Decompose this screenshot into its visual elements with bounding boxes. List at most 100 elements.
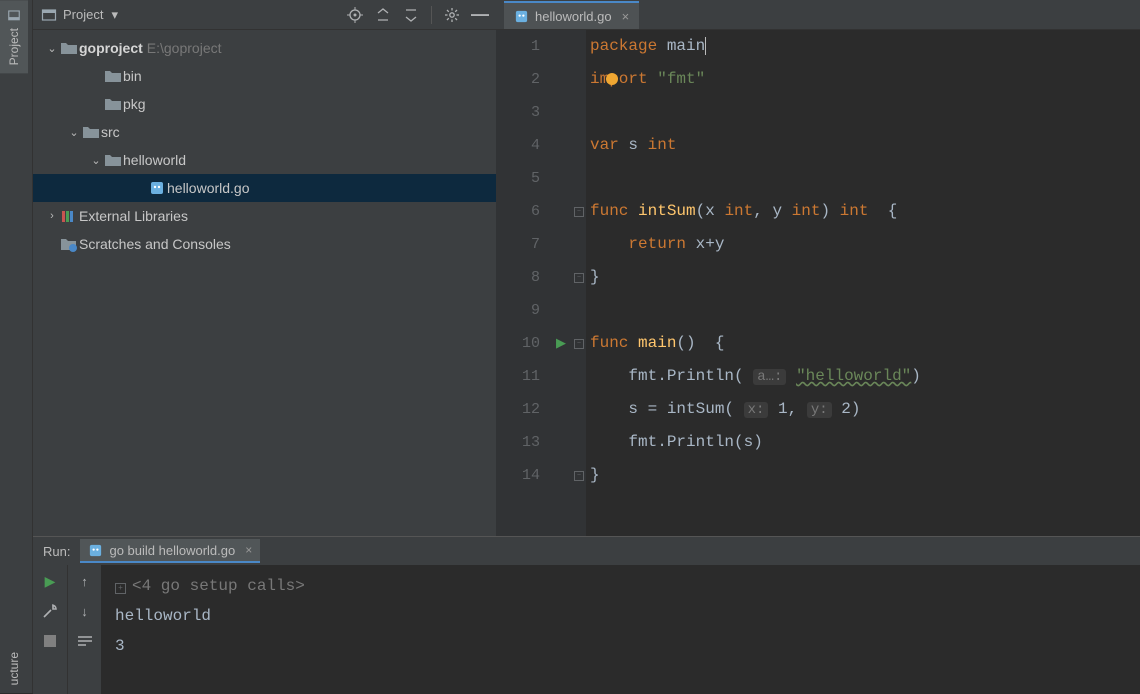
editor-tab-helloworld[interactable]: helloworld.go × [504,1,639,29]
sidebar-structure-label: ucture [7,652,21,685]
tree-item-helloworld-file[interactable]: helloworld.go [33,174,496,202]
project-panel-tools: — [347,6,488,24]
stop-icon[interactable] [42,633,58,649]
go-file-icon [88,543,103,558]
code-token: x+y [696,235,725,253]
run-output-line: helloworld [115,601,1126,631]
lineno: 6 [496,195,552,228]
run-icon[interactable]: ▶ [42,573,58,589]
code-token: func [590,202,638,220]
soft-wrap-icon[interactable] [77,633,93,649]
lineno: 9 [496,294,552,327]
code-token: fmt.Println( [628,367,753,385]
wrench-icon[interactable] [42,603,58,619]
editor-area: helloworld.go × 1 2 3 4 5 6− 7 8− 9 10▶−… [496,0,1140,536]
code-token: s [628,136,647,154]
tree-helloworld-file-label: helloworld.go [167,180,250,196]
editor-gutter[interactable]: 1 2 3 4 5 6− 7 8− 9 10▶− 11 12 13 14− [496,30,586,536]
fold-icon[interactable]: − [574,471,584,481]
project-panel-title[interactable]: Project ▾ [41,7,118,23]
run-gutter-icon[interactable]: ▶ [556,327,566,360]
locate-icon[interactable] [347,7,363,23]
arrow-up-icon[interactable]: ↑ [77,573,93,589]
chevron-down-icon[interactable]: ⌄ [67,126,81,139]
editor-tabs: helloworld.go × [496,0,1140,30]
close-icon[interactable]: × [622,9,630,24]
run-fold-text: <4 go setup calls> [132,577,305,595]
run-console-output[interactable]: +<4 go setup calls> helloworld 3 [101,565,1140,694]
chevron-right-icon[interactable]: › [45,210,59,222]
project-icon [7,8,21,22]
run-label: Run: [43,544,70,559]
code-token: var [590,136,628,154]
sidebar-tab-project[interactable]: Project [0,0,28,73]
tree-root-path: E:\goproject [147,40,222,56]
lineno: 11 [496,360,552,393]
expand-all-icon[interactable] [375,7,391,23]
lineno: 4 [496,129,552,162]
hide-icon[interactable]: — [472,7,488,23]
folder-icon [103,69,123,83]
code-token: } [590,466,600,484]
code-token: ) [851,400,861,418]
lineno: 2 [496,63,552,96]
code-token: return [628,235,695,253]
run-tab[interactable]: go build helloworld.go × [80,539,260,563]
fold-icon[interactable]: − [574,339,584,349]
run-tab-label: go build helloworld.go [109,543,235,558]
run-body: ▶ ↑ ↓ +<4 go setup calls> helloworld 3 [33,565,1140,694]
editor-tab-label: helloworld.go [535,9,612,24]
code-token: s = intSum( [628,400,743,418]
tool-window-strip: Project ucture [0,0,33,693]
editor-code[interactable]: package main import "fmt" var s int func… [586,30,1140,536]
fold-icon[interactable]: + [115,583,126,594]
tree-item-pkg[interactable]: pkg [33,90,496,118]
gear-icon[interactable] [444,7,460,23]
code-token: (x [696,202,725,220]
fold-icon[interactable]: − [574,273,584,283]
lineno: 14 [496,459,552,492]
code-token: , [788,400,807,418]
chevron-down-icon[interactable]: ⌄ [89,154,103,167]
scratches-icon [59,236,79,252]
tree-external-libs-label: External Libraries [79,208,188,224]
code-token: main [667,37,706,55]
run-panel-header: Run: go build helloworld.go × [33,537,1140,565]
lineno: 5 [496,162,552,195]
tree-helloworld-dir-label: helloworld [123,152,186,168]
code-token: ) [911,367,921,385]
lineno: 8 [496,261,552,294]
lineno: 12 [496,393,552,426]
libraries-icon [59,209,79,223]
go-file-icon [514,9,529,24]
warning-icon[interactable] [606,73,618,85]
tree-external-libraries[interactable]: › External Libraries [33,202,496,230]
folder-icon [103,97,123,111]
tree-scratches[interactable]: Scratches and Consoles [33,230,496,258]
lineno: 7 [496,228,552,261]
project-tool-window: Project ▾ — ⌄ goproject E:\goproject bin [33,0,496,536]
code-token: int [840,202,869,220]
tree-root[interactable]: ⌄ goproject E:\goproject [33,34,496,62]
project-tree[interactable]: ⌄ goproject E:\goproject bin pkg ⌄ src ⌄… [33,30,496,262]
chevron-down-icon[interactable]: ⌄ [45,42,59,55]
tree-item-src[interactable]: ⌄ src [33,118,496,146]
collapse-all-icon[interactable] [403,7,419,23]
tree-src-label: src [101,124,120,140]
tree-item-bin[interactable]: bin [33,62,496,90]
project-panel-title-text: Project [63,7,103,22]
code-token: "fmt" [657,70,705,88]
code-token: int [648,136,677,154]
chevron-down-icon: ▾ [111,7,118,23]
arrow-down-icon[interactable]: ↓ [77,603,93,619]
lineno: 3 [496,96,552,129]
code-token: intSum [638,202,696,220]
sidebar-tab-structure[interactable]: ucture [0,644,28,693]
go-file-icon [147,180,167,196]
param-hint: a…: [753,369,786,385]
project-panel-header: Project ▾ — [33,0,496,30]
close-icon[interactable]: × [245,543,252,557]
fold-icon[interactable]: − [574,207,584,217]
tree-item-helloworld-dir[interactable]: ⌄ helloworld [33,146,496,174]
project-view-icon [41,7,57,23]
